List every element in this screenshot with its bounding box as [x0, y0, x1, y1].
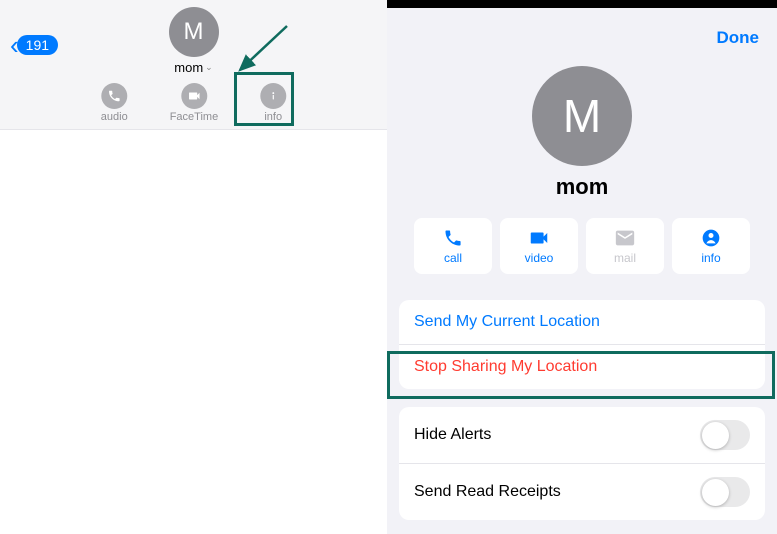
contact-name-label: mom: [174, 60, 203, 75]
tutorial-highlight-box: [387, 351, 775, 399]
settings-group: Hide Alerts Send Read Receipts: [399, 407, 765, 520]
mail-icon: [614, 227, 636, 249]
hide-alerts-toggle[interactable]: [700, 420, 750, 450]
back-button[interactable]: ‹ 191: [10, 32, 58, 58]
tutorial-highlight-box: [234, 72, 294, 126]
toggle-knob: [702, 422, 729, 449]
audio-call-button[interactable]: audio: [101, 83, 128, 123]
phone-icon: [443, 227, 463, 249]
phone-icon: [101, 83, 127, 109]
person-icon: [701, 227, 721, 249]
video-button[interactable]: video: [500, 218, 578, 274]
avatar-initial: M: [184, 18, 204, 46]
unread-badge: 191: [17, 35, 58, 55]
toggle-knob: [702, 479, 729, 506]
send-current-location-row[interactable]: Send My Current Location: [399, 300, 765, 345]
contact-detail-sheet: Done M mom call video mail: [387, 0, 777, 534]
mail-button: mail: [586, 218, 664, 274]
row-label: Hide Alerts: [414, 426, 491, 444]
tutorial-arrow-icon: [222, 24, 292, 74]
info-button[interactable]: info: [672, 218, 750, 274]
contact-name: mom: [387, 174, 777, 200]
audio-label: audio: [101, 111, 128, 123]
call-button[interactable]: call: [414, 218, 492, 274]
row-label: Send My Current Location: [414, 313, 600, 331]
mail-label: mail: [614, 251, 636, 265]
contact-avatar[interactable]: M: [169, 7, 219, 57]
send-read-receipts-row: Send Read Receipts: [399, 464, 765, 520]
conversation-header: ‹ 191 M mom ⌄ audio FaceTime: [0, 0, 387, 130]
quick-action-row: call video mail info: [387, 218, 777, 274]
avatar-initial: M: [563, 89, 601, 143]
row-label: Send Read Receipts: [414, 483, 561, 501]
status-bar: [387, 0, 777, 8]
call-label: call: [444, 251, 462, 265]
chevron-down-icon: ⌄: [205, 62, 213, 73]
video-icon: [528, 227, 550, 249]
messages-conversation-screen: ‹ 191 M mom ⌄ audio FaceTime: [0, 0, 387, 534]
facetime-button[interactable]: FaceTime: [170, 83, 219, 123]
info-label: info: [701, 251, 720, 265]
sheet-content: Done M mom call video mail: [387, 8, 777, 534]
contact-name-dropdown[interactable]: mom ⌄: [174, 60, 212, 75]
contact-avatar-large[interactable]: M: [532, 66, 632, 166]
video-icon: [181, 83, 207, 109]
facetime-label: FaceTime: [170, 111, 219, 123]
read-receipts-toggle[interactable]: [700, 477, 750, 507]
done-button[interactable]: Done: [717, 28, 760, 48]
video-label: video: [525, 251, 554, 265]
hide-alerts-row: Hide Alerts: [399, 407, 765, 464]
